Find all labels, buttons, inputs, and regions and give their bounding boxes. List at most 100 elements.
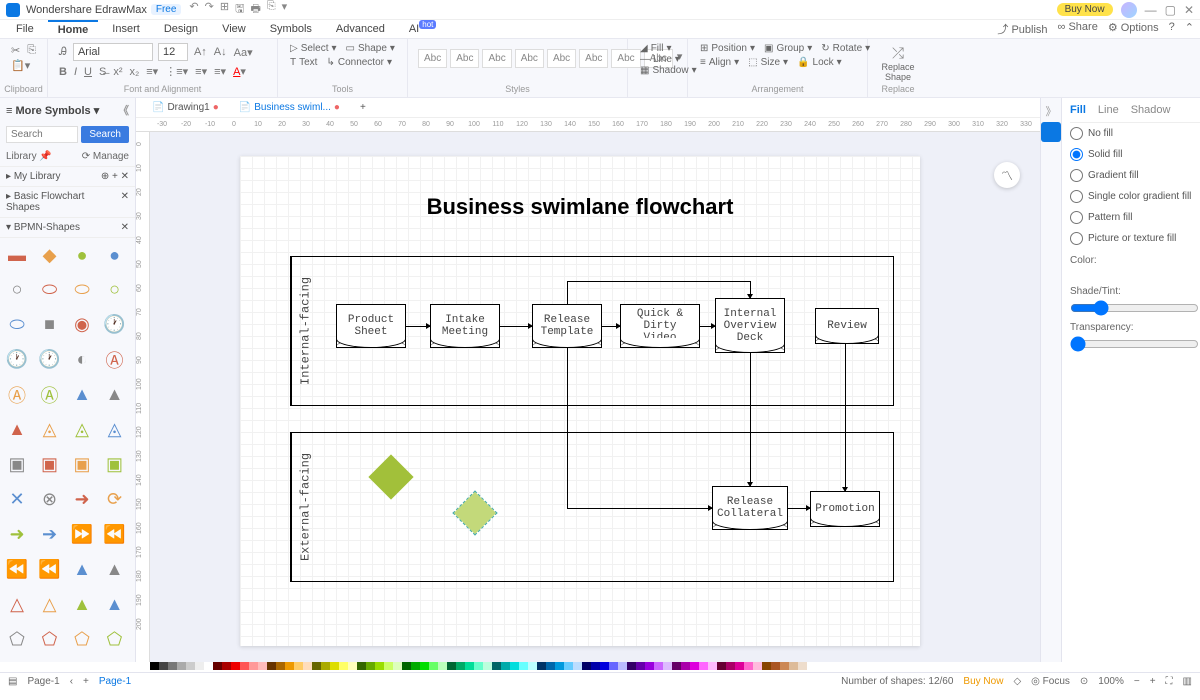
maximize-icon[interactable]: ▢ bbox=[1165, 3, 1176, 17]
new-tab-button[interactable]: + bbox=[350, 100, 376, 115]
color-swatch[interactable] bbox=[402, 662, 411, 670]
palette-shape[interactable]: ➔ bbox=[39, 523, 61, 545]
palette-shape[interactable]: ● bbox=[104, 244, 126, 266]
color-swatch[interactable] bbox=[510, 662, 519, 670]
color-swatch[interactable] bbox=[681, 662, 690, 670]
color-swatch[interactable] bbox=[465, 662, 474, 670]
menu-home[interactable]: Home bbox=[48, 20, 99, 38]
underline-icon[interactable]: U bbox=[83, 65, 93, 79]
strike-icon[interactable]: S̶ bbox=[98, 65, 107, 79]
page-prev-icon[interactable]: ‹ bbox=[70, 676, 73, 687]
color-palette-bar[interactable] bbox=[0, 662, 1200, 672]
palette-shape[interactable]: ⟳ bbox=[104, 488, 126, 510]
color-swatch[interactable] bbox=[591, 662, 600, 670]
palette-shape[interactable]: 🕐 bbox=[104, 314, 126, 336]
color-swatch[interactable] bbox=[321, 662, 330, 670]
palette-shape[interactable]: ■ bbox=[39, 314, 61, 336]
page-tab[interactable]: Page-1 bbox=[99, 676, 131, 687]
lock-button[interactable]: 🔒 Lock▾ bbox=[795, 57, 844, 68]
buy-now-button[interactable]: Buy Now bbox=[1057, 3, 1113, 16]
menu-view[interactable]: View bbox=[212, 21, 256, 37]
palette-shape[interactable]: ▣ bbox=[104, 453, 126, 475]
menu-symbols[interactable]: Symbols bbox=[260, 21, 322, 37]
palette-shape[interactable]: ➜ bbox=[71, 488, 93, 510]
color-swatch[interactable] bbox=[150, 662, 159, 670]
color-swatch[interactable] bbox=[474, 662, 483, 670]
palette-shape[interactable]: ▲ bbox=[71, 593, 93, 615]
menu-ai[interactable]: AIhot bbox=[399, 21, 447, 37]
cut-icon[interactable]: ✂ bbox=[10, 43, 21, 58]
palette-shape[interactable]: Ⓐ bbox=[39, 384, 61, 406]
palette-shape[interactable]: ▲ bbox=[104, 558, 126, 580]
color-swatch[interactable] bbox=[276, 662, 285, 670]
color-swatch[interactable] bbox=[303, 662, 312, 670]
fit-icon[interactable]: ⊙ bbox=[1080, 676, 1088, 687]
buy-now-link[interactable]: Buy Now bbox=[963, 676, 1003, 687]
palette-shape[interactable]: ⏪ bbox=[6, 558, 28, 580]
collapse-left-icon[interactable]: 《 bbox=[118, 102, 129, 118]
undo-icon[interactable]: ↶ bbox=[189, 0, 198, 19]
palette-shape[interactable]: 🕐 bbox=[39, 349, 61, 371]
palette-shape[interactable]: ⏩ bbox=[71, 523, 93, 545]
palette-shape[interactable]: ⊗ bbox=[39, 488, 61, 510]
align-icon[interactable]: ≡▾ bbox=[194, 64, 208, 79]
format-painter-icon[interactable]: Ꭿ bbox=[58, 45, 68, 60]
opt-single-gradient[interactable]: Single color gradient fill bbox=[1070, 186, 1200, 207]
color-swatch[interactable] bbox=[312, 662, 321, 670]
replace-shape-button[interactable]: Replace Shape bbox=[878, 62, 918, 82]
color-swatch[interactable] bbox=[375, 662, 384, 670]
color-swatch[interactable] bbox=[186, 662, 195, 670]
color-swatch[interactable] bbox=[636, 662, 645, 670]
copy-icon[interactable]: ⎘ bbox=[26, 43, 37, 58]
color-swatch[interactable] bbox=[519, 662, 528, 670]
replace-shape-icon[interactable]: ⤮ bbox=[878, 45, 918, 62]
color-swatch[interactable] bbox=[537, 662, 546, 670]
color-swatch[interactable] bbox=[690, 662, 699, 670]
color-swatch[interactable] bbox=[780, 662, 789, 670]
palette-shape[interactable]: ▣ bbox=[71, 453, 93, 475]
valign-icon[interactable]: ≡▾ bbox=[213, 64, 227, 79]
color-swatch[interactable] bbox=[699, 662, 708, 670]
swimlane-external[interactable]: External-facing bbox=[290, 432, 894, 582]
palette-shape[interactable]: ⏪ bbox=[39, 558, 61, 580]
palette-shape[interactable]: ▲ bbox=[104, 384, 126, 406]
palette-shape[interactable]: ▬ bbox=[6, 244, 28, 266]
more-icon[interactable]: ▾ bbox=[282, 0, 288, 19]
color-swatch[interactable] bbox=[285, 662, 294, 670]
color-swatch[interactable] bbox=[231, 662, 240, 670]
palette-shape[interactable]: ○ bbox=[104, 279, 126, 301]
basic-flowchart-section[interactable]: ▸ Basic Flowchart Shapes✕ bbox=[0, 187, 135, 218]
palette-shape[interactable]: ▲ bbox=[71, 558, 93, 580]
color-swatch[interactable] bbox=[393, 662, 402, 670]
color-swatch[interactable] bbox=[411, 662, 420, 670]
options-link[interactable]: ⚙ Options bbox=[1108, 21, 1159, 37]
box-quick-dirty[interactable]: Quick & Dirty Video bbox=[620, 304, 700, 348]
palette-shape[interactable]: ▣ bbox=[39, 453, 61, 475]
expand-right-icon[interactable]: 》 bbox=[1041, 103, 1061, 119]
style-preset[interactable]: Abc bbox=[547, 49, 576, 68]
color-swatch[interactable] bbox=[267, 662, 276, 670]
menu-advanced[interactable]: Advanced bbox=[326, 21, 395, 37]
color-swatch[interactable] bbox=[654, 662, 663, 670]
line-button[interactable]: ― Line▾ bbox=[638, 54, 677, 65]
box-internal-overview[interactable]: Internal Overview Deck bbox=[715, 298, 785, 353]
panel-toggle-icon[interactable]: ▥ bbox=[1183, 676, 1192, 687]
color-swatch[interactable] bbox=[168, 662, 177, 670]
share-link[interactable]: ∞ Share bbox=[1058, 21, 1098, 37]
style-preset[interactable]: Abc bbox=[482, 49, 511, 68]
shape-button[interactable]: ▭ Shape ▾ bbox=[344, 43, 397, 54]
color-swatch[interactable] bbox=[663, 662, 672, 670]
palette-shape[interactable]: ● bbox=[71, 244, 93, 266]
color-swatch[interactable] bbox=[195, 662, 204, 670]
color-swatch[interactable] bbox=[222, 662, 231, 670]
bullet-icon[interactable]: ⋮≡▾ bbox=[164, 64, 189, 79]
color-swatch[interactable] bbox=[645, 662, 654, 670]
group-button[interactable]: ▣ Group▾ bbox=[762, 43, 814, 54]
publish-link[interactable]: ⤴ Publish bbox=[997, 21, 1047, 37]
palette-shape[interactable]: Ⓐ bbox=[104, 349, 126, 371]
color-swatch[interactable] bbox=[546, 662, 555, 670]
color-swatch[interactable] bbox=[744, 662, 753, 670]
color-swatch[interactable] bbox=[735, 662, 744, 670]
color-swatch[interactable] bbox=[339, 662, 348, 670]
italic-icon[interactable]: I bbox=[73, 65, 78, 79]
